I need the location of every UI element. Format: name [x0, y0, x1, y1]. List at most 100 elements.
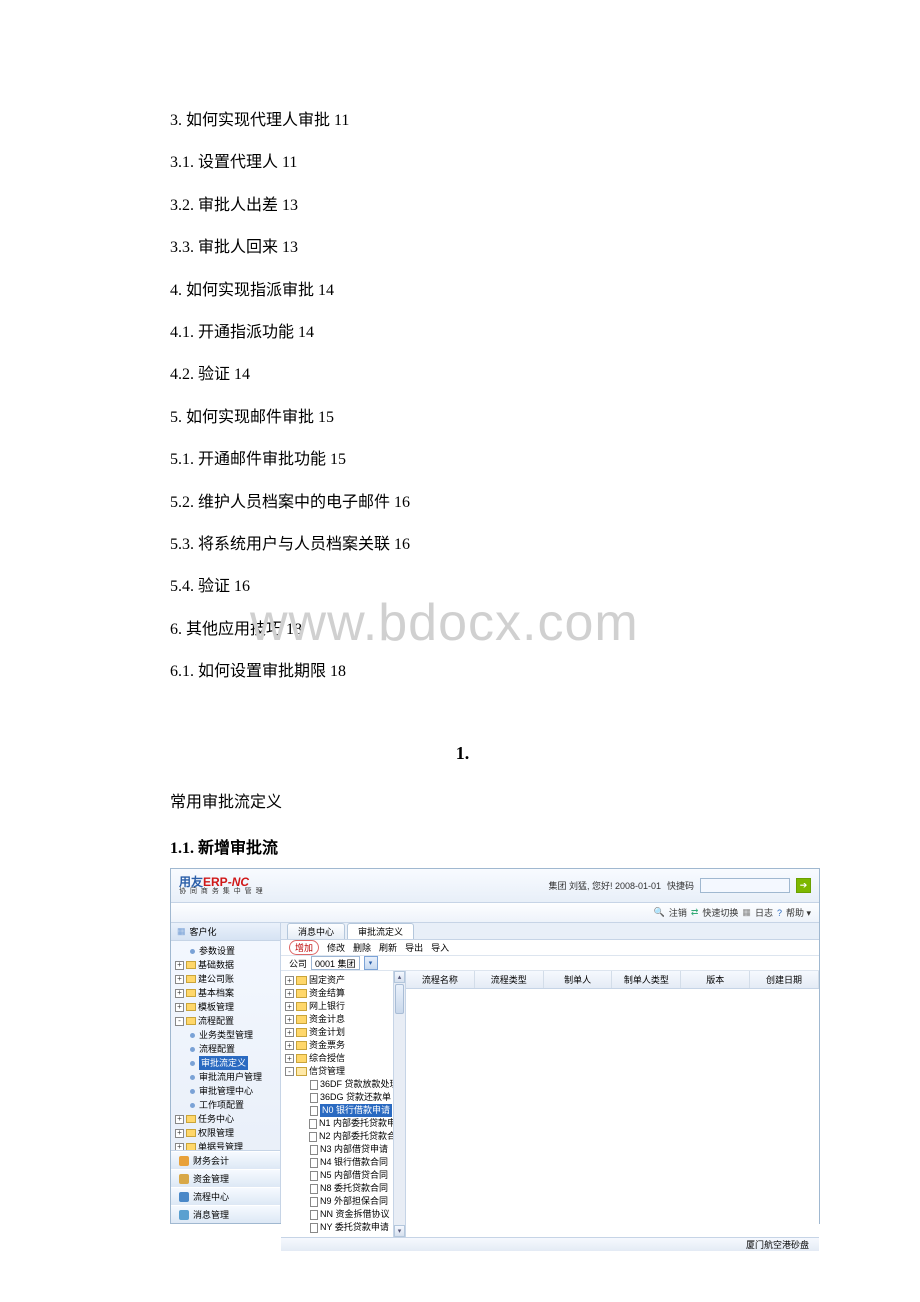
biz-tree-item[interactable]: N8 委托贷款合同	[285, 1182, 405, 1195]
sidebar-item[interactable]: 参数设置	[175, 944, 280, 958]
add-button[interactable]: 增加	[289, 940, 319, 955]
biz-tree-item[interactable]: 36DG 贷款还款单	[285, 1091, 405, 1104]
tree-label: 基础数据	[198, 958, 234, 972]
business-tree[interactable]: +固定资产+资金结算+网上银行+资金计息+资金计划+资金票务+综合授信-信贷管理…	[281, 971, 406, 1237]
expand-icon[interactable]: +	[175, 1115, 184, 1124]
expand-icon[interactable]: +	[175, 1143, 184, 1151]
sidebar-item[interactable]: 流程配置	[175, 1042, 280, 1056]
biz-tree-item[interactable]: +综合授信	[285, 1052, 405, 1065]
sidebar-item[interactable]: +权限管理	[175, 1126, 280, 1140]
sidebar-nav-button[interactable]: 消息管理	[171, 1205, 280, 1223]
grid-column-header[interactable]: 制单人	[544, 971, 613, 988]
scroll-thumb[interactable]	[395, 984, 404, 1014]
sidebar-item[interactable]: 审批流用户管理	[175, 1070, 280, 1084]
biz-tree-item[interactable]: NN 资金拆借协议	[285, 1208, 405, 1221]
tree-label: 工作项配置	[199, 1098, 244, 1112]
sidebar-item[interactable]: -流程配置	[175, 1014, 280, 1028]
biz-tree-item[interactable]: N0 银行借款申请	[285, 1104, 405, 1117]
grid-body	[406, 989, 819, 1237]
search-icon[interactable]: 🔍	[654, 907, 665, 918]
go-arrow-icon[interactable]: ➔	[796, 878, 811, 893]
sidebar-item[interactable]: 业务类型管理	[175, 1028, 280, 1042]
tree-label: 基本档案	[198, 986, 234, 1000]
nav-icon	[179, 1210, 189, 1220]
expand-icon[interactable]: +	[175, 1003, 184, 1012]
grid-column-header[interactable]: 创建日期	[750, 971, 819, 988]
quickcode-input[interactable]	[700, 878, 790, 893]
expand-icon[interactable]: +	[175, 961, 184, 970]
tab-message-center[interactable]: 消息中心	[287, 923, 345, 939]
expand-icon[interactable]: +	[285, 1028, 294, 1037]
biz-tree-item[interactable]: +资金计息	[285, 1013, 405, 1026]
sidebar-item[interactable]: + 基础数据	[175, 958, 280, 972]
biz-tree-item[interactable]: +资金票务	[285, 1039, 405, 1052]
expand-icon[interactable]: +	[285, 1002, 294, 1011]
tree-label: 业务类型管理	[199, 1028, 253, 1042]
grid-column-header[interactable]: 制单人类型	[612, 971, 681, 988]
file-icon	[310, 1145, 318, 1155]
biz-tree-item[interactable]: N5 内部借贷合同	[285, 1169, 405, 1182]
toolbar-switch[interactable]: 快速切换	[702, 906, 738, 919]
expand-icon[interactable]: +	[175, 989, 184, 998]
biz-tree-item[interactable]: + 资金计划	[285, 1026, 405, 1039]
expand-icon[interactable]: +	[175, 975, 184, 984]
sidebar-tree[interactable]: 参数设置+基础数据+建公司账+基本档案+模板管理-流程配置业务类型管理流程配置审…	[171, 941, 280, 1150]
tree-label: NY 委托贷款申请	[320, 1221, 389, 1234]
toc-entry: 5.2. 维护人员档案中的电子邮件 16	[170, 492, 755, 514]
biz-tree-item[interactable]: NY 委托贷款申请	[285, 1221, 405, 1234]
folder-icon	[296, 989, 307, 998]
biz-tree-item[interactable]: N9 外部担保合同	[285, 1195, 405, 1208]
dropdown-button[interactable]: ▾	[364, 956, 378, 970]
biz-tree-item[interactable]: +网上银行	[285, 1000, 405, 1013]
scroll-up-icon[interactable]: ▴	[394, 971, 405, 983]
sidebar-item[interactable]: +单据号管理	[175, 1140, 280, 1150]
grid-column-header[interactable]: 版本	[681, 971, 750, 988]
refresh-button[interactable]: 刷新	[379, 941, 397, 954]
tab-approval-flow[interactable]: 审批流定义	[347, 923, 414, 939]
sidebar-item[interactable]: +模板管理	[175, 1000, 280, 1014]
scrollbar[interactable]: ▴ ▾	[393, 971, 405, 1237]
grid-column-header[interactable]: 流程名称	[406, 971, 475, 988]
biz-tree-item[interactable]: N3 内部借贷申请	[285, 1143, 405, 1156]
sidebar-item[interactable]: +建公司账	[175, 972, 280, 986]
sidebar-item[interactable]: +任务中心	[175, 1112, 280, 1126]
company-input[interactable]: 0001 集团	[311, 956, 360, 970]
toc-entry: 4. 如何实现指派审批 14	[170, 280, 755, 302]
sidebar-item[interactable]: 审批管理中心	[175, 1084, 280, 1098]
toolbar-logout[interactable]: 注销	[669, 906, 687, 919]
file-icon	[310, 1093, 318, 1103]
watermark-text: www.bdocx.com	[250, 593, 639, 653]
biz-tree-item[interactable]: -信贷管理	[285, 1065, 405, 1078]
file-icon	[310, 1171, 318, 1181]
sidebar-item[interactable]: + 基本档案	[175, 986, 280, 1000]
expand-icon[interactable]: +	[175, 1129, 184, 1138]
expand-icon[interactable]: +	[285, 1054, 294, 1063]
edit-button[interactable]: 修改	[327, 941, 345, 954]
expand-icon[interactable]: +	[285, 1015, 294, 1024]
grid-column-header[interactable]: 流程类型	[475, 971, 544, 988]
biz-tree-item[interactable]: 36DF 贷款放款处理	[285, 1078, 405, 1091]
sidebar-nav-button[interactable]: 资金管理	[171, 1169, 280, 1187]
delete-button[interactable]: 删除	[353, 941, 371, 954]
sidebar-nav-button[interactable]: 流程中心	[171, 1187, 280, 1205]
biz-tree-item[interactable]: +资金结算	[285, 987, 405, 1000]
biz-tree-item[interactable]: N1 内部委托贷款申请	[285, 1117, 405, 1130]
expand-icon[interactable]: -	[175, 1017, 184, 1026]
expand-icon[interactable]: +	[285, 989, 294, 998]
tree-label: N3 内部借贷申请	[320, 1143, 388, 1156]
export-button[interactable]: 导出	[405, 941, 423, 954]
expand-icon[interactable]: +	[285, 976, 294, 985]
expand-icon[interactable]: +	[285, 1041, 294, 1050]
sidebar-nav-button[interactable]: 财务会计	[171, 1151, 280, 1169]
expand-icon[interactable]: -	[285, 1067, 294, 1076]
import-button[interactable]: 导入	[431, 941, 449, 954]
sidebar-item[interactable]: 审批流定义	[175, 1056, 280, 1070]
tree-label: 资金计划	[309, 1026, 345, 1039]
toolbar-help[interactable]: 帮助 ▾	[786, 906, 811, 919]
toolbar-log[interactable]: 日志	[755, 906, 773, 919]
sidebar-item[interactable]: 工作项配置	[175, 1098, 280, 1112]
scroll-down-icon[interactable]: ▾	[394, 1225, 405, 1237]
biz-tree-item[interactable]: N4 银行借款合同	[285, 1156, 405, 1169]
biz-tree-item[interactable]: +固定资产	[285, 974, 405, 987]
biz-tree-item[interactable]: N2 内部委托贷款合同	[285, 1130, 405, 1143]
